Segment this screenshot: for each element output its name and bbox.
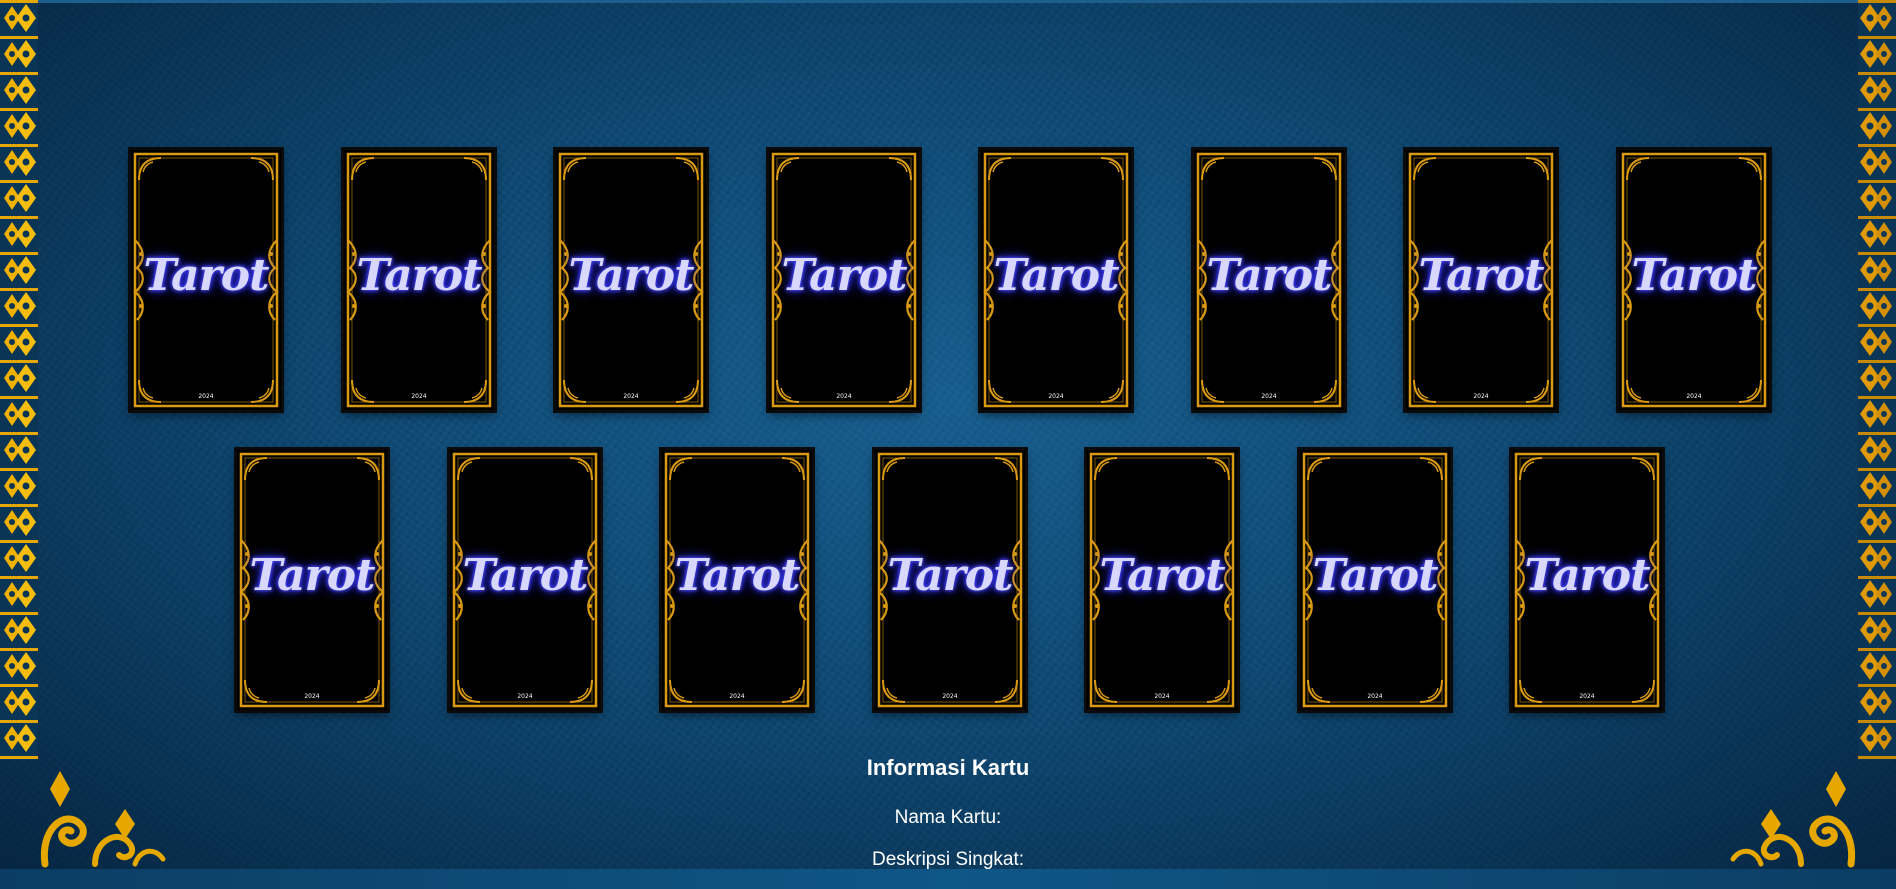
card-year: 2024 — [623, 393, 639, 400]
card-title: Tarot — [462, 550, 589, 601]
bottom-strip — [0, 869, 1896, 889]
card-title: Tarot — [249, 550, 376, 601]
card-title: Tarot — [1418, 250, 1545, 301]
card-title: Tarot — [568, 250, 695, 301]
card-title: Tarot — [1524, 550, 1651, 601]
card-title: Tarot — [1312, 550, 1439, 601]
card-year: 2024 — [1579, 693, 1595, 700]
tarot-card[interactable]: Tarot 2024 — [237, 450, 387, 710]
card-year: 2024 — [942, 693, 958, 700]
tarot-card[interactable]: Tarot 2024 — [1194, 150, 1344, 410]
card-name-label: Nama Kartu: — [894, 807, 1002, 828]
card-year: 2024 — [198, 393, 214, 400]
tarot-card[interactable]: Tarot 2024 — [662, 450, 812, 710]
card-title: Tarot — [1631, 250, 1758, 301]
card-title: Tarot — [993, 250, 1120, 301]
left-ornament-border — [0, 0, 38, 760]
card-title: Tarot — [143, 250, 270, 301]
tarot-card[interactable]: Tarot 2024 — [1087, 450, 1237, 710]
tarot-card[interactable]: Tarot 2024 — [875, 450, 1025, 710]
card-year: 2024 — [517, 693, 533, 700]
tarot-card[interactable]: Tarot 2024 — [1512, 450, 1662, 710]
card-title: Tarot — [674, 550, 801, 601]
tarot-card[interactable]: Tarot 2024 — [344, 150, 494, 410]
card-year: 2024 — [1367, 693, 1383, 700]
card-title: Tarot — [887, 550, 1014, 601]
top-edge — [0, 0, 1896, 3]
card-year: 2024 — [1048, 393, 1064, 400]
tarot-card[interactable]: Tarot 2024 — [131, 150, 281, 410]
card-year: 2024 — [1154, 693, 1170, 700]
card-title: Tarot — [1099, 550, 1226, 601]
card-title: Tarot — [356, 250, 483, 301]
card-title: Tarot — [1206, 250, 1333, 301]
card-year: 2024 — [1473, 393, 1489, 400]
tarot-card[interactable]: Tarot 2024 — [981, 150, 1131, 410]
tarot-card[interactable]: Tarot 2024 — [1619, 150, 1769, 410]
card-year: 2024 — [1261, 393, 1277, 400]
card-year: 2024 — [304, 693, 320, 700]
card-description-label: Deskripsi Singkat: — [871, 849, 1025, 870]
card-info-heading: Informasi Kartu — [866, 755, 1030, 780]
card-year: 2024 — [1686, 393, 1702, 400]
tarot-card[interactable]: Tarot 2024 — [1406, 150, 1556, 410]
card-year: 2024 — [729, 693, 745, 700]
tarot-card[interactable]: Tarot 2024 — [1300, 450, 1450, 710]
tarot-card[interactable]: Tarot 2024 — [450, 450, 600, 710]
tarot-card[interactable]: Tarot 2024 — [769, 150, 919, 410]
card-year: 2024 — [836, 393, 852, 400]
card-year: 2024 — [411, 393, 427, 400]
tarot-table: Tarot 2024 Tarot 2024 Tarot 2024 Tarot 2… — [0, 0, 1896, 889]
card-title: Tarot — [781, 250, 908, 301]
tarot-card[interactable]: Tarot 2024 — [556, 150, 706, 410]
right-ornament-border — [1858, 0, 1896, 760]
